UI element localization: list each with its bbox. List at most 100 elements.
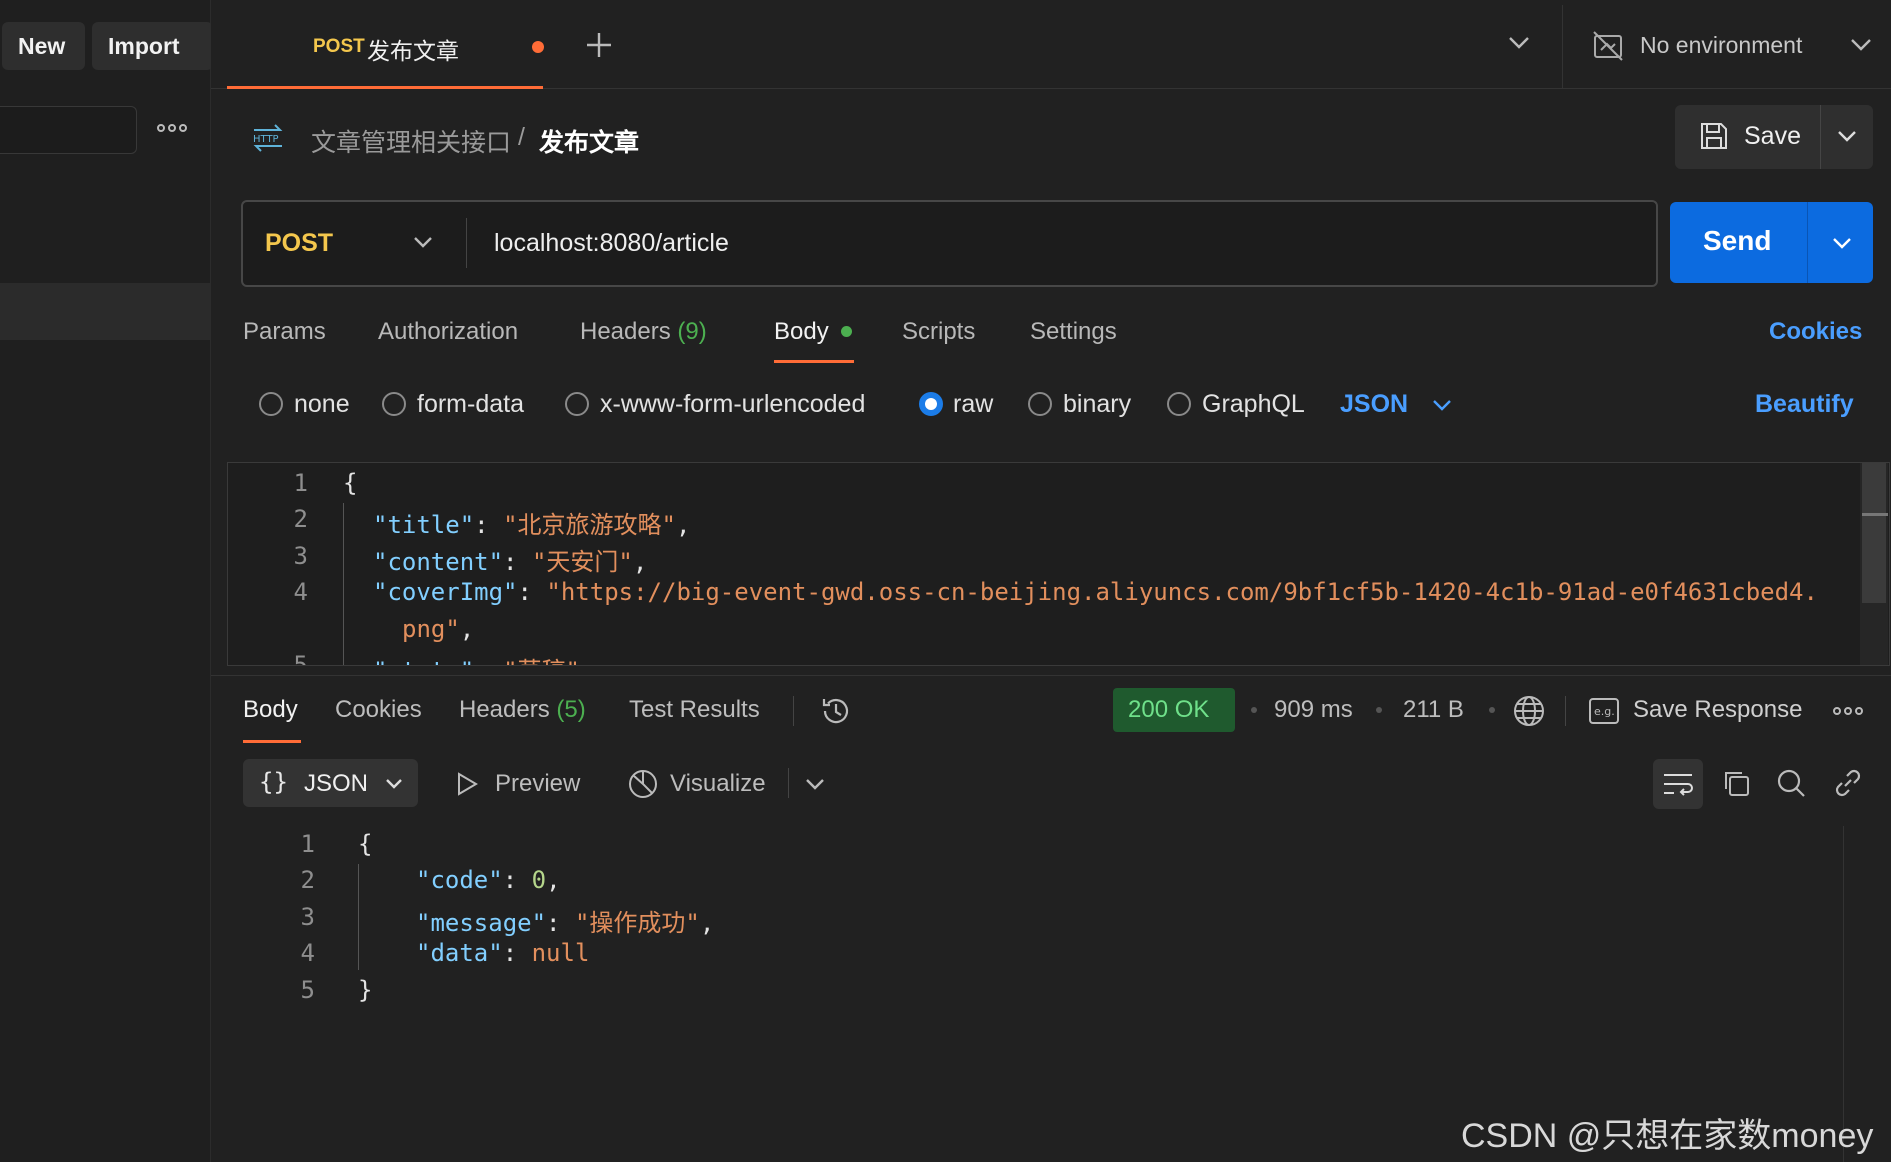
radio-form-data[interactable] [382, 392, 406, 416]
editor-scrollbar[interactable] [1860, 463, 1888, 665]
breadcrumb-collection[interactable]: 文章管理相关接口 [311, 123, 511, 159]
save-button-group: Save [1675, 105, 1873, 169]
panel-divider[interactable] [211, 675, 1891, 676]
example-icon: e.g. [1588, 697, 1620, 725]
code-line: "code": 0, [416, 866, 561, 894]
response-time[interactable]: 909 ms [1274, 696, 1353, 724]
radio-none[interactable] [259, 392, 283, 416]
environment-chevron-down-icon[interactable] [1850, 38, 1872, 52]
line-number: 2 [293, 505, 308, 533]
divider [1562, 5, 1563, 88]
response-tab-body[interactable]: Body [243, 696, 298, 724]
line-number: 1 [293, 469, 308, 497]
method-chevron-down-icon[interactable] [413, 236, 433, 249]
request-tab[interactable]: POST 发布文章 [227, 6, 544, 89]
code-line: "coverImg": "https://big-event-gwd.oss-c… [373, 578, 1818, 606]
beautify-button[interactable]: Beautify [1755, 390, 1854, 419]
code-line: "message": "操作成功", [416, 909, 715, 937]
tab-scripts[interactable]: Scripts [902, 318, 975, 346]
search-icon[interactable] [1775, 767, 1807, 799]
separator-dot [1251, 707, 1257, 713]
radio-urlencoded-label: x-www-form-urlencoded [600, 390, 866, 418]
active-tab-indicator [243, 740, 301, 743]
divider [1820, 105, 1821, 169]
preview-button[interactable]: Preview [495, 770, 580, 798]
code-line: { [358, 830, 373, 858]
response-tab-test-results[interactable]: Test Results [629, 696, 760, 724]
new-button[interactable]: New [2, 22, 85, 70]
copy-icon[interactable] [1720, 767, 1752, 799]
radio-raw[interactable] [919, 392, 943, 416]
send-chevron-down-icon[interactable] [1832, 237, 1852, 250]
line-number: 5 [293, 651, 308, 666]
code-line: "data": null [416, 939, 590, 967]
save-chevron-down-icon[interactable] [1837, 130, 1857, 143]
sidebar: New Import [0, 0, 213, 1162]
radio-binary[interactable] [1028, 392, 1052, 416]
play-icon [455, 771, 479, 797]
tab-body-label: Body [774, 318, 829, 345]
sidebar-search-input[interactable] [0, 106, 137, 154]
radio-urlencoded[interactable] [565, 392, 589, 416]
active-tab-indicator [774, 360, 854, 363]
tabs-chevron-down-icon[interactable] [1508, 36, 1530, 50]
line-number: 1 [300, 830, 315, 858]
divider [793, 696, 794, 726]
breadcrumb-request: 发布文章 [539, 129, 640, 157]
import-button[interactable]: Import [92, 22, 213, 70]
response-size[interactable]: 211 B [1403, 696, 1464, 724]
response-tab-cookies[interactable]: Cookies [335, 696, 422, 724]
code-line: } [358, 976, 373, 1004]
code-line: "title": "北京旅游攻略", [373, 511, 691, 539]
more-horizontal-icon[interactable] [157, 118, 187, 138]
unsaved-dot [532, 41, 544, 53]
save-button[interactable]: Save [1744, 122, 1801, 151]
tab-body[interactable]: Body [774, 318, 829, 346]
response-body-viewer[interactable]: 1 2 3 4 5 { "code": 0, "message": "操作成功"… [243, 822, 1843, 1022]
send-button-group: Send [1670, 202, 1873, 283]
tab-title: 发布文章 [367, 38, 459, 64]
format-chevron-down-icon[interactable] [1432, 399, 1452, 412]
tab-settings[interactable]: Settings [1030, 318, 1117, 346]
cookies-link[interactable]: Cookies [1769, 318, 1862, 346]
method-selector[interactable]: POST [265, 229, 333, 258]
history-icon[interactable] [819, 694, 853, 728]
line-number: 3 [300, 903, 315, 931]
radio-graphql[interactable] [1167, 392, 1191, 416]
status-badge[interactable]: 200 OK [1113, 688, 1235, 732]
plus-icon[interactable] [585, 31, 613, 59]
environment-selector[interactable]: No environment [1640, 32, 1802, 59]
line-number: 5 [300, 976, 315, 1004]
tab-authorization[interactable]: Authorization [378, 318, 518, 346]
tab-params[interactable]: Params [243, 318, 326, 346]
more-horizontal-icon[interactable] [1833, 703, 1863, 719]
url-input[interactable]: localhost:8080/article [494, 229, 729, 258]
sidebar-selected-row[interactable] [0, 283, 210, 340]
code-line: "state": "草稿" [373, 651, 580, 665]
response-format-label: JSON [304, 770, 369, 797]
request-body-editor[interactable]: 1 2 3 4 5 { "title": "北京旅游攻略", "content"… [227, 462, 1890, 666]
body-modified-dot [841, 326, 852, 337]
line-number: 4 [293, 578, 308, 606]
response-tab-headers[interactable]: Headers (5) [459, 696, 586, 724]
http-icon: HTTP [250, 122, 286, 154]
line-number: 4 [300, 939, 315, 967]
wrap-lines-icon[interactable] [1653, 759, 1703, 809]
code-line: "content": "天安门", [373, 548, 648, 576]
save-response-button[interactable]: Save Response [1633, 696, 1802, 724]
radio-none-label: none [294, 390, 350, 418]
body-format-selector[interactable]: JSON [1340, 390, 1408, 419]
visualize-icon [626, 767, 660, 801]
tab-headers[interactable]: Headers (9) [580, 318, 707, 346]
response-format-selector[interactable]: {} JSON [243, 759, 418, 807]
visualize-chevron-down-icon[interactable] [805, 778, 825, 791]
link-icon[interactable] [1832, 767, 1864, 799]
tab-method: POST [313, 36, 365, 57]
visualize-button[interactable]: Visualize [670, 770, 766, 798]
divider [1565, 696, 1566, 726]
send-button[interactable]: Send [1703, 225, 1771, 257]
globe-icon[interactable] [1512, 694, 1546, 728]
svg-text:e.g.: e.g. [1594, 705, 1615, 718]
radio-graphql-label: GraphQL [1202, 390, 1305, 418]
line-number: 2 [300, 866, 315, 894]
